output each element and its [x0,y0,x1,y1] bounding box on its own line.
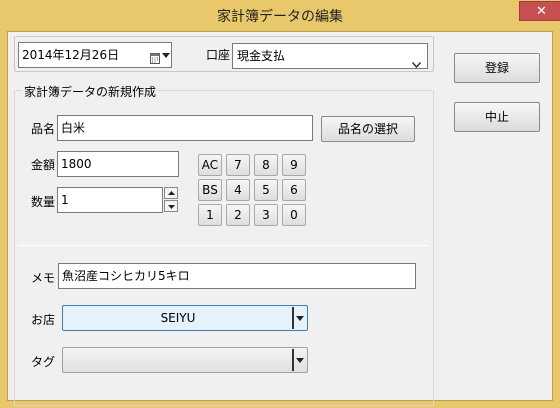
cancel-button[interactable]: 中止 [454,102,540,132]
title-bar[interactable]: 家計簿データの編集 ✕ [0,0,560,32]
quantity-field[interactable]: 1 [57,187,163,213]
quantity-stepper[interactable] [163,187,179,213]
register-button[interactable]: 登録 [454,53,540,83]
keypad-key[interactable]: 2 [226,204,250,226]
keypad-key[interactable]: 0 [282,204,306,226]
keypad-key[interactable]: 4 [226,179,250,201]
chevron-down-icon[interactable] [162,53,170,58]
divider [18,245,428,246]
keypad-key[interactable]: 9 [282,154,306,176]
keypad-key[interactable]: BS [198,179,222,201]
account-value: 現金支払 [237,49,286,63]
memo-field[interactable]: 魚沼産コシヒカリ5キロ [58,263,416,289]
date-value: 2014年12月26日 [22,48,120,62]
tag-label: タグ [31,355,56,369]
shop-select[interactable]: SEIYU [62,305,308,331]
close-button[interactable]: ✕ [519,1,560,21]
tag-select[interactable] [62,347,308,373]
chevron-down-icon [411,52,422,68]
select-item-button[interactable]: 品名の選択 [321,116,415,142]
keypad-key[interactable]: 1 [198,204,222,226]
keypad-key[interactable]: 7 [226,154,250,176]
memo-label: メモ [31,271,56,285]
chevron-up-icon [168,191,175,195]
group-legend: 家計簿データの新規作成 [22,83,159,100]
chevron-down-icon [168,205,175,209]
keypad-key[interactable]: 8 [254,154,278,176]
amount-label: 金額 [31,158,56,172]
window-title: 家計簿データの編集 [217,9,343,25]
stepper-up-button[interactable] [164,187,178,199]
keypad-key[interactable]: 6 [282,179,306,201]
shop-label: お店 [31,313,56,327]
item-label: 品名 [31,122,56,136]
account-select[interactable]: 現金支払 [232,43,428,69]
calendar-icon[interactable] [150,48,160,64]
chevron-down-icon[interactable] [292,349,307,371]
dialog-window: 家計簿データの編集 ✕ 2014年12月26日 口座 現金支払 登録 中止 家計… [0,0,560,408]
date-picker[interactable]: 2014年12月26日 [18,42,172,68]
keypad-key[interactable]: 5 [254,179,278,201]
numeric-keypad: AC 7 8 9 BS 4 5 6 1 2 3 0 [198,154,310,226]
quantity-label: 数量 [31,195,56,209]
client-area: 2014年12月26日 口座 現金支払 登録 中止 家計簿データの新規作成 品名 [7,31,553,406]
stepper-down-button[interactable] [164,200,178,212]
item-name-field[interactable]: 白米 [57,115,313,141]
keypad-key[interactable]: 3 [254,204,278,226]
shop-value: SEIYU [160,311,196,325]
chevron-down-icon[interactable] [292,307,307,329]
keypad-key[interactable]: AC [198,154,222,176]
amount-field[interactable]: 1800 [57,151,179,177]
account-label: 口座 [206,48,231,62]
